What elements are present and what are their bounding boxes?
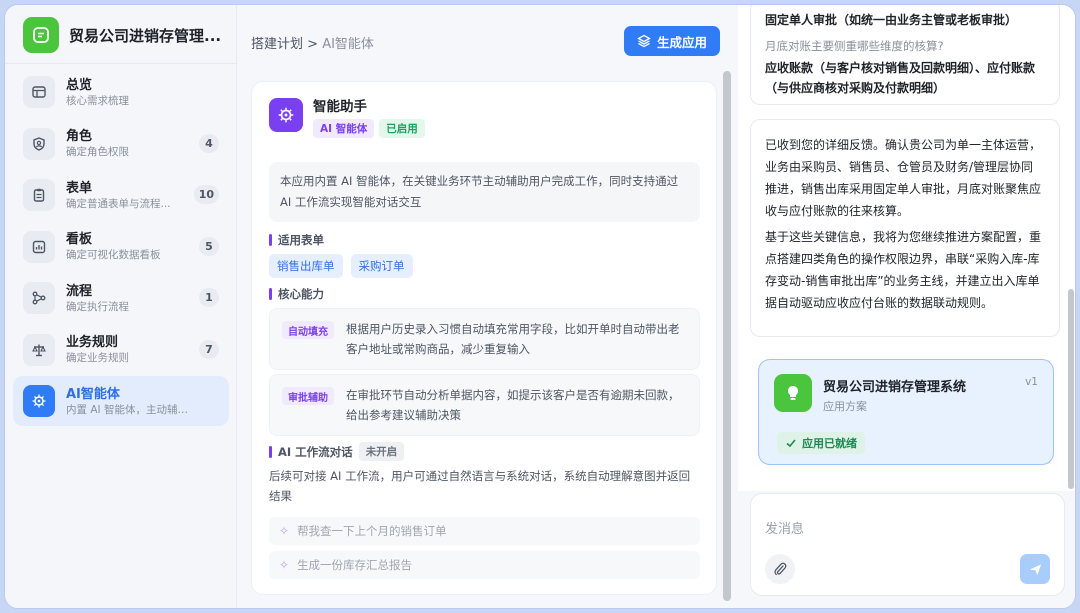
agent-card: 智能助手 AI 智能体 已启用 本应用内置 AI 智能体，在关键业务环节主动辅助… bbox=[251, 81, 717, 595]
sidebar-item-dashboards[interactable]: 看板确定可视化数据看板 5 bbox=[13, 222, 229, 272]
breadcrumb-parent[interactable]: 搭建计划 bbox=[251, 37, 303, 52]
capability-tag: 审批辅助 bbox=[282, 387, 334, 405]
chart-icon bbox=[23, 230, 55, 263]
workflow-section-title: AI 工作流对话 未开启 bbox=[269, 442, 405, 461]
sidebar-item-label: 看板 bbox=[66, 232, 93, 247]
sidebar-item-sub: 确定普通表单与流程... bbox=[66, 197, 171, 210]
sidebar-item-sub: 确定业务规则 bbox=[66, 352, 129, 364]
sidebar-item-flows[interactable]: 流程 确定执行流程 1 bbox=[13, 273, 229, 323]
version-label: v1 bbox=[1025, 376, 1038, 388]
workflow-status-tag: 未开启 bbox=[358, 442, 405, 461]
message-text: 基于这些关键信息，我将为您继续推进方案配置，重点搭建四类角色的操作权限边界，串联… bbox=[765, 230, 1042, 310]
agent-name: 智能助手 bbox=[313, 99, 367, 115]
capability-text: 在审批环节自动分析单据内容，如提示该客户是否有逾期未回款，给出参考建议辅助决策 bbox=[346, 388, 680, 422]
note-icon bbox=[23, 17, 59, 53]
capability-item: 自动填充 根据用户历史录入习惯自动填充常用字段，比如开单时自动带出老客户地址或常… bbox=[269, 308, 700, 370]
form-chip[interactable]: 销售出库单 bbox=[269, 254, 343, 278]
message-input[interactable]: 发消息 bbox=[765, 518, 804, 537]
suggestion-item[interactable]: ✧ 帮我查一下上个月的销售订单 bbox=[269, 517, 700, 545]
sidebar-item-sub: 确定角色权限 bbox=[66, 146, 129, 158]
sidebar-item-sub: 确定执行流程 bbox=[66, 300, 129, 313]
sidebar-item-label: 角色 bbox=[66, 129, 93, 144]
flow-icon bbox=[23, 282, 55, 314]
count-badge: 1 bbox=[199, 288, 219, 307]
agent-header: 智能助手 AI 智能体 已启用 bbox=[269, 98, 425, 138]
sparkle-icon: ✧ bbox=[279, 524, 290, 538]
capabilities-section-title: 核心能力 bbox=[269, 286, 324, 302]
sidebar-item-roles[interactable]: 角色确定角色权限 4 bbox=[13, 119, 229, 169]
sidebar-item-ai-agent[interactable]: AI智能体 内置 AI 智能体，主动辅助并... bbox=[13, 376, 229, 426]
send-button[interactable] bbox=[1020, 554, 1050, 584]
scrollbar[interactable] bbox=[723, 71, 731, 601]
sparkle-icon: ✧ bbox=[279, 558, 290, 572]
sidebar-item-label: 业务规则 bbox=[66, 335, 119, 350]
generate-app-label: 生成应用 bbox=[656, 34, 707, 50]
message-text: 固定单人审批（如统一由业务主管或老板审批） bbox=[765, 13, 1018, 27]
chat-scrollbar-thumb[interactable] bbox=[1068, 289, 1074, 489]
forms-section-title: 适用表单 bbox=[269, 232, 324, 248]
chat-panel: 固定单人审批（如统一由业务主管或老板审批） 月底对账主要侧重哪些维度的核算? 应… bbox=[738, 5, 1075, 608]
sidebar-item-label: 总览 bbox=[66, 77, 93, 93]
sidebar: 贸易公司进销存管理... 总览 核心需求梳理 角色 确定角色权限 4 表单 确定… bbox=[5, 5, 237, 608]
scale-icon bbox=[23, 333, 55, 366]
capability-text: 根据用户历史录入习惯自动填充常用字段，比如开单时自动带出老客户地址或常购商品，减… bbox=[346, 322, 680, 356]
layers-icon bbox=[637, 34, 651, 48]
shield-user-icon bbox=[23, 127, 55, 160]
send-icon bbox=[1029, 563, 1041, 575]
agent-status-tag: 已启用 bbox=[379, 119, 425, 138]
clipboard-icon bbox=[23, 179, 55, 211]
sidebar-item-rules[interactable]: 业务规则确定业务规则 7 bbox=[13, 325, 229, 375]
agent-type-tag: AI 智能体 bbox=[313, 119, 375, 138]
chat-input-area: 发消息 bbox=[738, 491, 1075, 608]
sidebar-item-forms[interactable]: 表单 确定普通表单与流程... 10 bbox=[13, 170, 229, 220]
message-question: 月底对账主要侧重哪些维度的核算? bbox=[765, 39, 944, 53]
count-badge: 7 bbox=[199, 339, 219, 359]
check-icon bbox=[786, 439, 796, 448]
sidebar-item-label: AI智能体 bbox=[66, 386, 120, 402]
form-chips: 销售出库单 采购订单 bbox=[269, 254, 413, 278]
ai-chip-icon bbox=[269, 98, 303, 132]
chat-message: 已收到您的详细反馈。确认贵公司为单一主体运营，业务由采购员、销售员、仓管员及财务… bbox=[750, 119, 1060, 337]
scrollbar-thumb[interactable] bbox=[723, 71, 731, 601]
lightbulb-icon bbox=[774, 374, 812, 412]
capability-item: 审批辅助 在审批环节自动分析单据内容，如提示该客户是否有逾期未回款，给出参考建议… bbox=[269, 374, 700, 436]
sidebar-item-label: 流程 bbox=[66, 283, 93, 299]
attach-button[interactable] bbox=[765, 554, 795, 584]
paperclip-icon bbox=[774, 562, 787, 576]
breadcrumb: 搭建计划 > AI智能体 bbox=[251, 33, 374, 52]
generate-app-button[interactable]: 生成应用 bbox=[624, 26, 720, 56]
message-text: 已收到您的详细反馈。确认贵公司为单一主体运营，业务由采购员、销售员、仓管员及财务… bbox=[765, 138, 1042, 218]
app-result-card[interactable]: 贸易公司进销存管理系统 应用方案 v1 应用已就绪 bbox=[758, 359, 1054, 465]
workflow-description: 后续可对接 AI 工作流，用户可通过自然语言与系统对话，系统自动理解意图并返回结… bbox=[269, 469, 691, 503]
sidebar-nav: 总览核心需求梳理 角色确定角色权限 4 表单确定普通表单与流程... 10 bbox=[13, 67, 229, 428]
app-ready-badge: 应用已就绪 bbox=[777, 432, 865, 454]
count-badge: 10 bbox=[193, 185, 219, 204]
app-card-subtitle: 应用方案 bbox=[823, 400, 867, 413]
chat-input-box[interactable]: 发消息 bbox=[750, 493, 1065, 596]
breadcrumb-separator: > bbox=[307, 37, 319, 52]
layout-icon bbox=[23, 76, 55, 108]
count-badge: 4 bbox=[199, 133, 219, 153]
message-answer: 应收账款（与客户核对销售及回款明细）、应付账款（与供应商核对采购及付款明细） bbox=[765, 61, 1036, 95]
breadcrumb-current: AI智能体 bbox=[322, 37, 374, 52]
suggestion-item[interactable]: ✧ 生成一份库存汇总报告 bbox=[269, 551, 700, 579]
chat-message: 固定单人审批（如统一由业务主管或老板审批） 月底对账主要侧重哪些维度的核算? 应… bbox=[750, 5, 1060, 105]
capability-tag: 自动填充 bbox=[282, 321, 334, 339]
sidebar-item-label: 表单 bbox=[66, 180, 93, 196]
agent-description: 本应用内置 AI 智能体，在关键业务环节主动辅助用户完成工作，同时支持通过 AI… bbox=[269, 162, 700, 222]
app-header: 贸易公司进销存管理... bbox=[23, 15, 227, 55]
main-panel: 搭建计划 > AI智能体 生成应用 智能助手 AI 智能体 已启用 本应用内置 … bbox=[237, 5, 737, 608]
sidebar-item-sub: 内置 AI 智能体，主动辅助并... bbox=[66, 403, 196, 416]
sidebar-item-sub: 核心需求梳理 bbox=[66, 94, 129, 107]
divider bbox=[5, 63, 237, 64]
ai-chip-icon bbox=[23, 385, 55, 417]
sidebar-item-overview[interactable]: 总览 核心需求梳理 bbox=[13, 67, 229, 117]
app-window: 贸易公司进销存管理... 总览 核心需求梳理 角色 确定角色权限 4 表单 确定… bbox=[4, 4, 1076, 609]
app-title: 贸易公司进销存管理... bbox=[69, 26, 222, 45]
sidebar-item-sub: 确定可视化数据看板 bbox=[66, 249, 161, 261]
app-card-title: 贸易公司进销存管理系统 bbox=[823, 380, 967, 395]
form-chip[interactable]: 采购订单 bbox=[350, 254, 413, 278]
count-badge: 5 bbox=[199, 236, 219, 256]
